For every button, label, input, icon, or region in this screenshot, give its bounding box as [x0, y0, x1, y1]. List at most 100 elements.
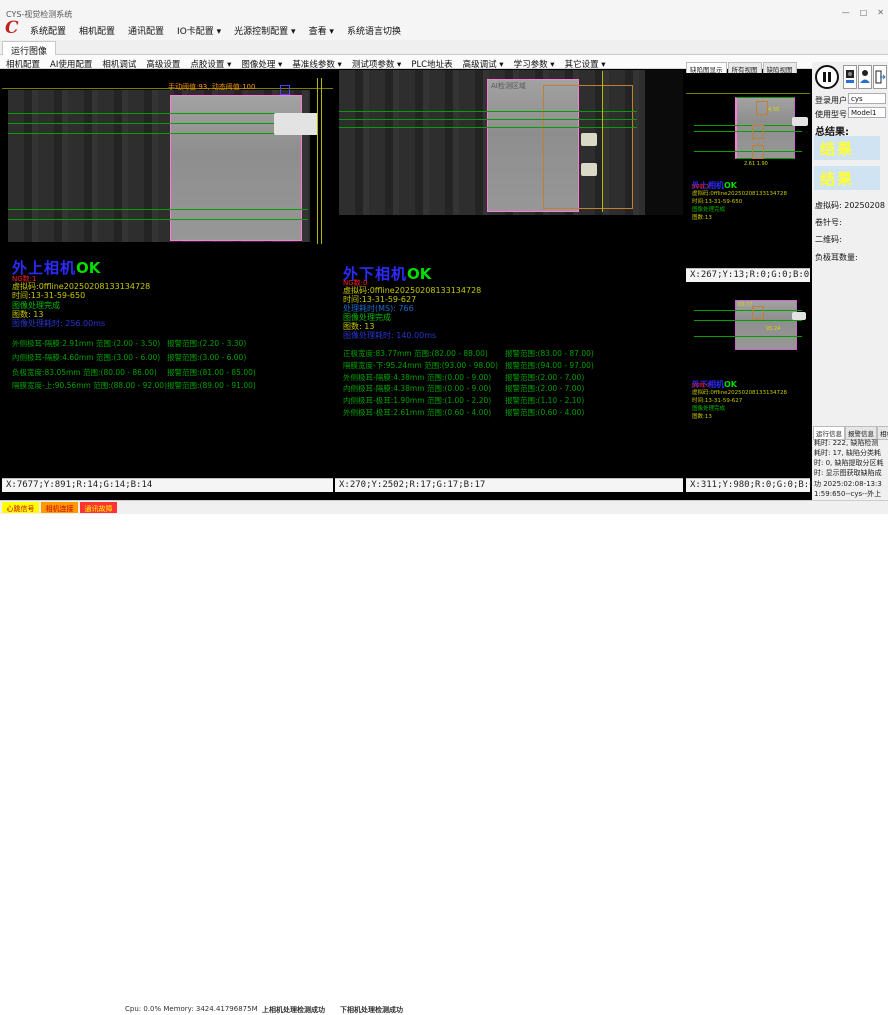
pause-icon [828, 72, 831, 82]
value-label: 2.61 1.90 [744, 161, 768, 167]
measurement-row: 内侧极耳-隔膜:4.38mm 范围:(0.00 - 9.00) 报警范围:(2.… [343, 383, 683, 394]
process-time: 图像处理耗时: 256.00ms [12, 318, 105, 329]
measurement-row: 隔膜宽度-上:90.56mm 范围:(88.00 - 92.00) 报警范围:(… [12, 380, 332, 391]
measure-line [694, 131, 802, 132]
logout-arrow-icon [874, 66, 886, 88]
virtual-code: 虚拟码:0ffline20250208133134728 [692, 388, 787, 396]
model-label: 使用型号: [815, 109, 850, 120]
camera-icon [844, 66, 856, 88]
connector-blob [274, 113, 318, 135]
alarm-range: 报警范围:(89.00 - 91.00) [167, 380, 256, 391]
measure-line [8, 113, 308, 114]
value-label: 83.77 [738, 302, 752, 308]
virtual-code-line: 虚拟码: 20250208 [815, 200, 885, 211]
measure-line [8, 123, 308, 124]
value-label: 95.24 [766, 326, 780, 332]
coordinate-bar-middle: X:270;Y:2502;R:17;G:17;B:17 [335, 478, 683, 492]
measure-line [694, 336, 802, 337]
result-box-1: 结果 [814, 136, 880, 160]
defect-box [752, 145, 764, 159]
close-icon[interactable]: ✕ [877, 8, 884, 17]
cpu-memory-status: Cpu: 0.0% Memory: 3424.41796875M [125, 1005, 258, 1013]
camera-view-middle[interactable]: AI检测区域 外下相机OK NG数:0 虚拟码:0ffline202502081… [335, 69, 683, 478]
camera-view-left[interactable]: 手动阈值:93, 动态阈值:100 外上相机OK NG数:1 虚拟码:0ffli… [2, 69, 333, 478]
camera-tool-button[interactable] [843, 65, 857, 89]
process-time: 图像处理耗时: 140.00ms [343, 330, 436, 341]
process-done: 图像处理完成 [692, 404, 725, 412]
measurement-row: 正极宽度:83.77mm 范围:(82.00 - 88.00) 报警范围:(83… [343, 348, 683, 359]
pause-button[interactable] [815, 65, 839, 89]
lower-camera-status: 下相机处理检测成功 [340, 1005, 403, 1015]
defect-box [752, 125, 764, 139]
measurement-row: 隔膜宽度-下:95.24mm 范围:(93.00 - 98.00) 报警范围:(… [343, 360, 683, 371]
edge-yellow-line [602, 71, 603, 212]
user-tool-button[interactable] [858, 65, 872, 89]
run-log[interactable]: 耗时: 222, 缺陷检测耗时: 17, 缺陷分类耗时: 0, 缺陷提取分区耗时… [814, 438, 884, 498]
defect-view-bottom[interactable]: 83.77 95.24 外下相机OK NG数:0 虚拟码:0ffline2025… [686, 282, 810, 478]
frame-count: 图数:13 [692, 213, 712, 221]
measurement-value: 外侧极耳-隔膜:2.91mm 范围:(2.00 - 3.50) [12, 339, 160, 348]
menu-item-camera-config[interactable]: 相机配置 [79, 24, 115, 37]
roll-number-label: 卷针号: [815, 217, 842, 228]
measurement-row: 外侧极耳-极耳:2.61mm 范围:(0.60 - 4.00) 报警范围:(0.… [343, 407, 683, 418]
defect-box [752, 306, 764, 320]
process-done: 图像处理完成 [692, 205, 725, 213]
menu-item-view[interactable]: 查看 ▾ [309, 24, 334, 37]
bright-spot [581, 133, 597, 146]
baseline-yellow-line [686, 93, 810, 94]
tab-run-image[interactable]: 运行图像 [2, 41, 56, 55]
measurement-row: 内侧极耳-极耳:1.90mm 范围:(1.00 - 2.20) 报警范围:(1.… [343, 395, 683, 406]
tab-count-label: 负极耳数量: [815, 252, 858, 263]
alarm-range: 报警范围:(0.60 - 4.00) [505, 407, 584, 418]
virtual-code: 虚拟码:0ffline20250208133134728 [692, 189, 787, 197]
logout-tool-button[interactable] [873, 65, 887, 89]
menu-item-system-config[interactable]: 系统配置 [30, 24, 66, 37]
model-input[interactable] [848, 107, 886, 118]
menu-items: 系统配置 相机配置 通讯配置 IO卡配置 ▾ 光源控制配置 ▾ 查看 ▾ 系统语… [30, 24, 401, 37]
menu-item-io-config[interactable]: IO卡配置 ▾ [177, 24, 221, 37]
threshold-overlay-label: 手动阈值:93, 动态阈值:100 [168, 82, 255, 92]
menu-item-comm-config[interactable]: 通讯配置 [128, 24, 164, 37]
measurement-row: 外侧极耳-隔膜:2.91mm 范围:(2.00 - 3.50) 报警范围:(2.… [12, 338, 332, 349]
dark-region [645, 70, 683, 215]
maximize-icon[interactable]: □ [860, 8, 868, 17]
value-label: 4.38 [768, 107, 779, 113]
menu-item-language[interactable]: 系统语言切换 [347, 24, 401, 37]
measurement-value: 隔膜宽度-上:90.56mm 范围:(88.00 - 92.00) [12, 381, 167, 390]
alarm-range: 报警范围:(2.00 - 7.00) [505, 372, 584, 383]
measure-line [694, 310, 802, 311]
measurement-value: 隔膜宽度-下:95.24mm 范围:(93.00 - 98.00) [343, 361, 498, 370]
title-bar: CYS-视觉检测系统 — □ ✕ [0, 0, 888, 18]
menu-item-light-config[interactable]: 光源控制配置 ▾ [234, 24, 295, 37]
status-bar: 心跳信号 相机连接 通讯故障 Cpu: 0.0% Memory: 3424.41… [0, 500, 888, 514]
measurement-row: 负极宽度:83.05mm 范围:(80.00 - 86.00) 报警范围:(81… [12, 367, 332, 378]
measurement-value: 外侧极耳-极耳:2.61mm 范围:(0.60 - 4.00) [343, 408, 491, 417]
defect-view-top[interactable]: 4.38 2.61 1.90 外上相机OK NG数:1 虚拟码:0ffline2… [686, 73, 810, 268]
status-ok: OK [407, 265, 431, 283]
measurement-value: 外侧极耳-隔膜:4.38mm 范围:(0.00 - 9.00) [343, 373, 491, 382]
measure-line [8, 133, 308, 134]
measure-line [694, 320, 802, 321]
coordinate-bar: X:267;Y:13;R:0;G:0;B:0 [686, 268, 810, 282]
ai-region-label: AI检测区域 [491, 81, 526, 91]
coordinate-bar-left: X:7677;Y:891;R:14;G:14;B:14 [2, 478, 333, 492]
measure-line [339, 119, 637, 120]
heartbeat-status-badge: 心跳信号 [2, 502, 39, 513]
connector-blob [792, 312, 806, 320]
alarm-range: 报警范围:(2.00 - 7.00) [505, 383, 584, 394]
edge-yellow-line [317, 78, 318, 244]
measurement-value: 负极宽度:83.05mm 范围:(80.00 - 86.00) [12, 368, 157, 377]
blue-marker [280, 85, 290, 95]
login-user-input[interactable] [848, 93, 886, 104]
measurement-value: 内侧极耳-隔膜:4.38mm 范围:(0.00 - 9.00) [343, 384, 491, 393]
measure-line [339, 127, 637, 128]
alarm-range: 报警范围:(3.00 - 6.00) [167, 352, 246, 363]
status-ok: OK [76, 259, 100, 277]
measure-line [339, 111, 637, 112]
minimize-icon[interactable]: — [842, 8, 850, 17]
qr-code-label: 二维码: [815, 234, 842, 245]
alarm-range: 报警范围:(94.00 - 97.00) [505, 360, 594, 371]
alarm-range: 报警范围:(81.00 - 85.00) [167, 367, 256, 378]
defect-box [756, 101, 768, 115]
alarm-range: 报警范围:(83.00 - 87.00) [505, 348, 594, 359]
